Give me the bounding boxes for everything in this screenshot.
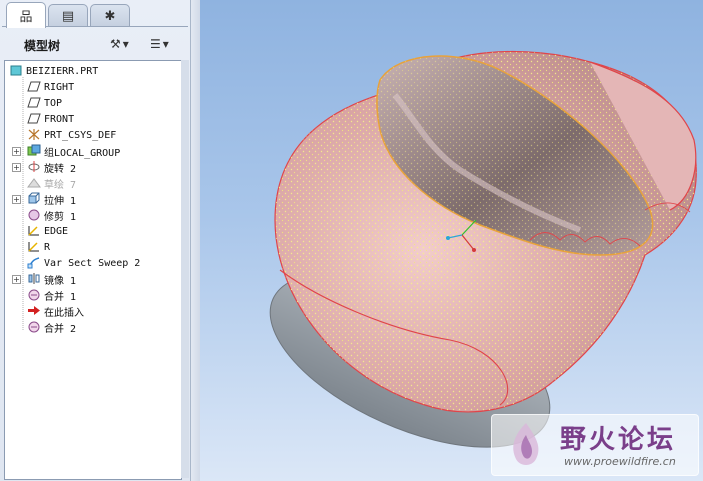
merge-icon xyxy=(27,288,44,304)
tree-item[interactable]: Var Sect Sweep 2 xyxy=(27,256,140,271)
datum-plane-icon xyxy=(27,80,44,96)
tree-item-label: 在此插入 xyxy=(44,308,84,319)
tree-item-label: 组LOCAL_GROUP xyxy=(44,148,121,159)
tree-item[interactable]: 镜像 1 xyxy=(27,272,76,287)
tab-model-tree[interactable]: 品 xyxy=(6,2,46,28)
sweep-icon xyxy=(27,256,44,272)
forum-watermark: 野火论坛 www.proewildfire.cn xyxy=(491,414,699,476)
tree-item-label: BEIZIERR.PRT xyxy=(26,66,99,77)
tree-item-label: 合并 2 xyxy=(44,324,77,335)
expand-toggle[interactable]: + xyxy=(12,275,21,284)
sketch-icon xyxy=(27,176,44,192)
part-icon xyxy=(9,64,26,80)
watermark-url: www.proewildfire.cn xyxy=(564,455,676,468)
model-tree-panel: 品 ▤ ✱ 模型树 ⚒ ▾ ☰ ▾ BEIZIERR.PRT RIGHT TOP FR… xyxy=(0,0,190,481)
model-tree-tab-icon: 品 xyxy=(19,10,33,25)
datum-curve-icon xyxy=(27,240,44,256)
merge-icon xyxy=(27,320,44,336)
tree-item[interactable]: 合并 2 xyxy=(27,320,76,335)
tree-item-label: 拉伸 1 xyxy=(44,196,77,207)
datum-plane-icon xyxy=(27,112,44,128)
graphics-viewport[interactable]: 野火论坛 www.proewildfire.cn xyxy=(200,0,703,481)
extrude-icon xyxy=(27,192,44,208)
tree-item[interactable]: FRONT xyxy=(27,112,74,127)
tree-item-label: 合并 1 xyxy=(44,292,77,303)
tree-item[interactable]: EDGE xyxy=(27,224,68,239)
expand-toggle[interactable]: + xyxy=(12,195,21,204)
insert-here-arrow-icon xyxy=(27,304,44,320)
tree-item[interactable]: 草绘 7 xyxy=(27,176,76,191)
tree-item-label: 镜像 1 xyxy=(44,276,77,287)
group-icon xyxy=(27,144,44,160)
tree-item-label: R xyxy=(44,242,51,253)
tree-item[interactable]: 合并 1 xyxy=(27,288,76,303)
tab-folder-browser[interactable]: ▤ xyxy=(48,4,88,27)
tree-item-label: 修剪 1 xyxy=(44,212,77,223)
chevron-down-icon: ▾ xyxy=(122,37,129,51)
tree-item[interactable]: R xyxy=(27,240,50,255)
tree-item[interactable]: PRT_CSYS_DEF xyxy=(27,128,116,143)
folder-browser-tab-icon: ▤ xyxy=(61,8,75,24)
show-button[interactable]: ☰ ▾ xyxy=(150,35,169,53)
panel-title: 模型树 xyxy=(24,39,61,53)
tree-item[interactable]: BEIZIERR.PRT xyxy=(9,64,98,79)
tree-item[interactable]: 拉伸 1 xyxy=(27,192,76,207)
tree-item-label: 草绘 7 xyxy=(44,180,77,191)
settings-button[interactable]: ⚒ ▾ xyxy=(110,35,129,53)
panel-header: 模型树 ⚒ ▾ ☰ ▾ xyxy=(2,26,188,61)
list-icon: ☰ xyxy=(150,37,161,51)
tree-item[interactable]: 旋转 2 xyxy=(27,160,76,175)
tree-item-label: RIGHT xyxy=(44,82,75,93)
tree-item[interactable]: RIGHT xyxy=(27,80,74,95)
navigator-tabs: 品 ▤ ✱ xyxy=(2,2,188,28)
watermark-title: 野火论坛 xyxy=(560,425,677,455)
csys-icon xyxy=(27,128,44,144)
expand-toggle[interactable]: + xyxy=(12,147,21,156)
datum-plane-icon xyxy=(27,96,44,112)
tree-item-label: PRT_CSYS_DEF xyxy=(44,130,117,141)
tree-scrollbar[interactable] xyxy=(181,60,189,478)
tree-item[interactable]: 组LOCAL_GROUP xyxy=(27,144,120,159)
tree-item-label: 旋转 2 xyxy=(44,164,77,175)
tree-item-label: EDGE xyxy=(44,226,69,237)
flame-logo-icon xyxy=(513,423,539,465)
tree-item-label: FRONT xyxy=(44,114,75,125)
tools-icon: ⚒ xyxy=(110,37,121,51)
datum-curve-icon xyxy=(27,224,44,240)
model-render xyxy=(269,50,697,448)
revolve-icon xyxy=(27,160,44,176)
chevron-down-icon: ▾ xyxy=(162,37,169,51)
mirror-icon xyxy=(27,272,44,288)
tree-item-label: Var Sect Sweep 2 xyxy=(44,258,141,269)
favorites-tab-icon: ✱ xyxy=(104,8,116,24)
model-tree: BEIZIERR.PRT RIGHT TOP FRONT PRT_CSYS_DEF + 组L… xyxy=(4,60,182,480)
tree-item[interactable]: 在此插入 xyxy=(27,304,84,319)
tree-item-label: TOP xyxy=(44,98,63,109)
tree-item[interactable]: 修剪 1 xyxy=(27,208,76,223)
trim-icon xyxy=(27,208,44,224)
expand-toggle[interactable]: + xyxy=(12,163,21,172)
tab-favorites[interactable]: ✱ xyxy=(90,4,130,27)
tree-item[interactable]: TOP xyxy=(27,96,62,111)
